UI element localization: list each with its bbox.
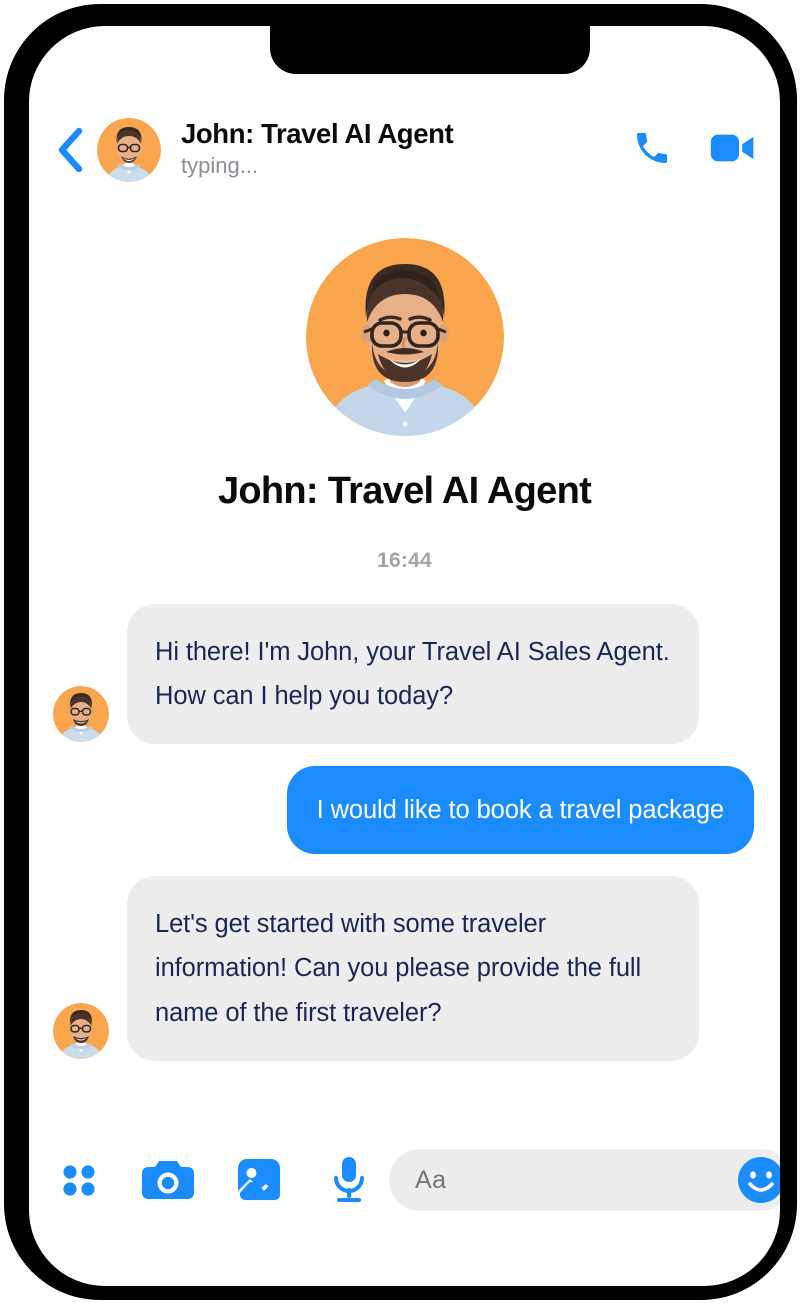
message-sender-avatar[interactable] — [53, 1002, 109, 1059]
message-row: Hi there! I'm John, your Travel AI Sales… — [53, 604, 754, 745]
message-bubble[interactable]: Hi there! I'm John, your Travel AI Sales… — [127, 604, 699, 745]
avatar-illustration-mini — [53, 1002, 109, 1059]
chevron-left-icon — [58, 128, 83, 172]
header-status: typing... — [181, 153, 259, 179]
message-list: Hi there! I'm John, your Travel AI Sales… — [29, 604, 780, 1061]
camera-button[interactable] — [139, 1157, 197, 1203]
smiley-face-icon — [738, 1157, 780, 1203]
avatar-illustration-large — [305, 238, 504, 436]
profile-avatar-large[interactable] — [305, 238, 504, 436]
header-avatar[interactable] — [97, 118, 161, 182]
video-call-button[interactable] — [710, 128, 754, 168]
voice-message-button[interactable] — [327, 1156, 371, 1204]
message-bubble[interactable]: I would like to book a travel package — [286, 766, 754, 855]
gallery-button[interactable] — [233, 1157, 285, 1203]
phone-screen: John: Travel AI Agent typing... John: Tr… — [29, 26, 780, 1286]
header-actions — [632, 128, 754, 172]
avatar-illustration-small — [97, 118, 161, 182]
message-input-wrapper[interactable] — [389, 1149, 780, 1211]
message-row: Let's get started with some traveler inf… — [53, 876, 754, 1061]
more-apps-icon — [63, 1165, 95, 1196]
composer-bar — [29, 1134, 780, 1226]
back-button[interactable] — [49, 125, 91, 175]
more-apps-button[interactable] — [57, 1160, 101, 1200]
video-camera-icon — [710, 134, 754, 162]
voice-call-button[interactable] — [632, 128, 672, 168]
phone-frame: John: Travel AI Agent typing... John: Tr… — [4, 4, 797, 1300]
conversation-intro: John: Travel AI Agent 16:44 — [29, 238, 780, 573]
phone-notch — [270, 26, 590, 74]
chat-header: John: Travel AI Agent typing... — [29, 106, 780, 194]
avatar-illustration-mini — [53, 686, 109, 743]
microphone-icon — [334, 1157, 364, 1202]
header-text-block: John: Travel AI Agent typing... — [181, 118, 632, 180]
phone-icon — [637, 133, 667, 163]
camera-icon — [142, 1161, 194, 1199]
header-title: John: Travel AI Agent — [181, 118, 454, 150]
message-bubble[interactable]: Let's get started with some traveler inf… — [127, 876, 699, 1061]
message-input[interactable] — [415, 1165, 737, 1195]
profile-name: John: Travel AI Agent — [217, 470, 592, 512]
message-row: I would like to book a travel package — [53, 766, 754, 855]
message-sender-avatar[interactable] — [53, 686, 109, 743]
conversation-timestamp: 16:44 — [377, 549, 432, 572]
image-gallery-icon — [236, 1159, 280, 1203]
emoji-button[interactable] — [737, 1156, 780, 1204]
